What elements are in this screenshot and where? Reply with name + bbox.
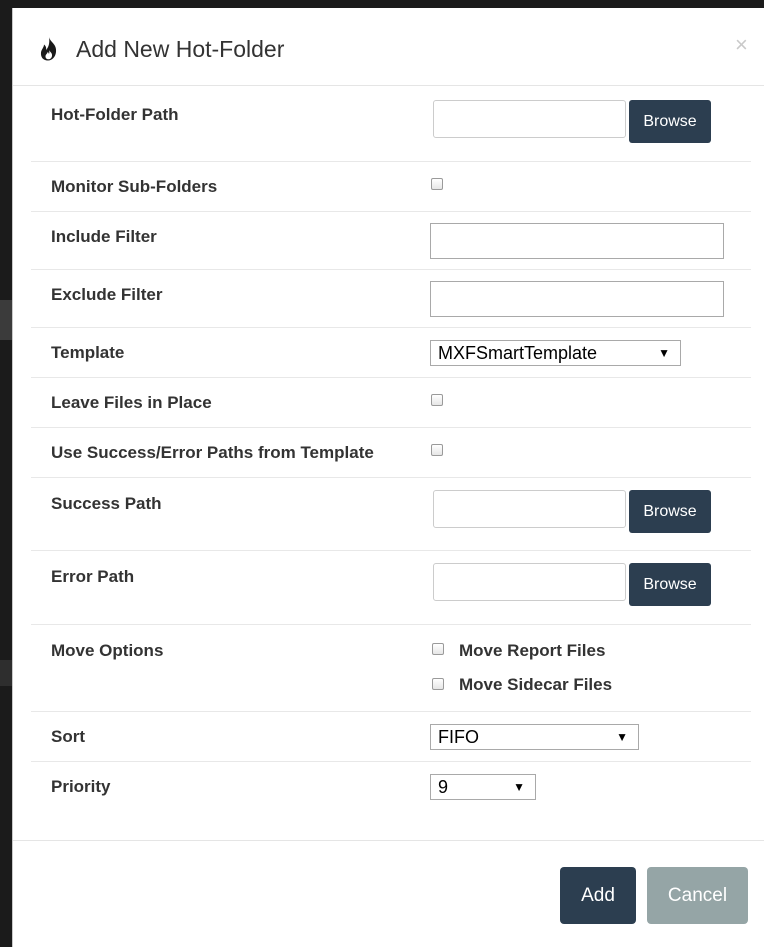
sort-label: Sort bbox=[51, 727, 85, 746]
move-report-files-checkbox[interactable] bbox=[432, 643, 444, 655]
form-row-exclude-filter: Exclude Filter bbox=[31, 270, 751, 328]
form-row-success-path: Success Path Browse bbox=[31, 478, 751, 551]
chevron-down-icon: ▼ bbox=[658, 346, 670, 360]
monitor-sub-folders-label: Monitor Sub-Folders bbox=[51, 177, 218, 196]
add-button[interactable]: Add bbox=[560, 867, 636, 924]
cancel-button[interactable]: Cancel bbox=[647, 867, 748, 924]
include-filter-label: Include Filter bbox=[51, 227, 157, 246]
dialog-footer: Add Cancel bbox=[13, 840, 764, 948]
form-row-error-path: Error Path Browse bbox=[31, 551, 751, 625]
use-template-paths-label: Use Success/Error Paths from Template bbox=[51, 443, 374, 462]
leave-files-in-place-checkbox[interactable] bbox=[431, 394, 443, 406]
error-path-label: Error Path bbox=[51, 567, 135, 586]
form-row-leave-files-in-place: Leave Files in Place bbox=[31, 378, 751, 428]
success-path-label: Success Path bbox=[51, 494, 162, 513]
form-row-sort: Sort FIFO ▼ bbox=[31, 712, 751, 762]
leave-files-in-place-label: Leave Files in Place bbox=[51, 393, 212, 412]
move-sidecar-files-checkbox[interactable] bbox=[432, 678, 444, 690]
exclude-filter-input[interactable] bbox=[430, 281, 724, 317]
dialog-header: Add New Hot-Folder × bbox=[13, 8, 764, 86]
page-backdrop-left bbox=[0, 0, 12, 947]
form-row-use-template-paths: Use Success/Error Paths from Template bbox=[31, 428, 751, 478]
chevron-down-icon: ▼ bbox=[513, 780, 525, 794]
hot-folder-path-label: Hot-Folder Path bbox=[51, 105, 179, 124]
form-row-template: Template MXFSmartTemplate ▼ bbox=[31, 328, 751, 378]
backdrop-fragment bbox=[0, 300, 12, 340]
priority-label: Priority bbox=[51, 777, 111, 796]
error-path-input[interactable] bbox=[433, 563, 626, 601]
hot-folder-path-input[interactable] bbox=[433, 100, 626, 138]
hot-folder-path-browse-button[interactable]: Browse bbox=[629, 100, 711, 143]
template-label: Template bbox=[51, 343, 125, 362]
form-row-monitor-sub-folders: Monitor Sub-Folders bbox=[31, 162, 751, 212]
success-path-input[interactable] bbox=[433, 490, 626, 528]
priority-selected-value: 9 bbox=[438, 777, 449, 797]
move-report-files-label: Move Report Files bbox=[459, 641, 606, 660]
include-filter-input[interactable] bbox=[430, 223, 724, 259]
error-path-browse-button[interactable]: Browse bbox=[629, 563, 711, 606]
add-hot-folder-dialog: Add New Hot-Folder × Hot-Folder Path Bro… bbox=[12, 8, 764, 947]
form-row-priority: Priority 9 ▼ bbox=[31, 762, 751, 822]
exclude-filter-label: Exclude Filter bbox=[51, 285, 163, 304]
success-path-browse-button[interactable]: Browse bbox=[629, 490, 711, 533]
sort-select[interactable]: FIFO ▼ bbox=[430, 724, 639, 750]
move-sidecar-files-label: Move Sidecar Files bbox=[459, 675, 613, 694]
form-row-hot-folder-path: Hot-Folder Path Browse bbox=[31, 86, 751, 162]
form-row-include-filter: Include Filter bbox=[31, 212, 751, 270]
use-template-paths-checkbox[interactable] bbox=[431, 444, 443, 456]
priority-select[interactable]: 9 ▼ bbox=[430, 774, 536, 800]
dialog-title: Add New Hot-Folder bbox=[76, 36, 285, 62]
chevron-down-icon: ▼ bbox=[616, 730, 628, 744]
sort-selected-value: FIFO bbox=[438, 727, 479, 747]
page-backdrop-top bbox=[0, 0, 764, 8]
template-selected-value: MXFSmartTemplate bbox=[438, 343, 598, 363]
close-button[interactable]: × bbox=[735, 32, 748, 58]
fire-icon bbox=[39, 37, 59, 61]
monitor-sub-folders-checkbox[interactable] bbox=[431, 178, 443, 190]
backdrop-fragment bbox=[0, 660, 12, 686]
form-row-move-options: Move Options Move Report Files Move Side… bbox=[31, 625, 751, 712]
move-options-label: Move Options bbox=[51, 641, 164, 660]
template-select[interactable]: MXFSmartTemplate ▼ bbox=[430, 340, 681, 366]
